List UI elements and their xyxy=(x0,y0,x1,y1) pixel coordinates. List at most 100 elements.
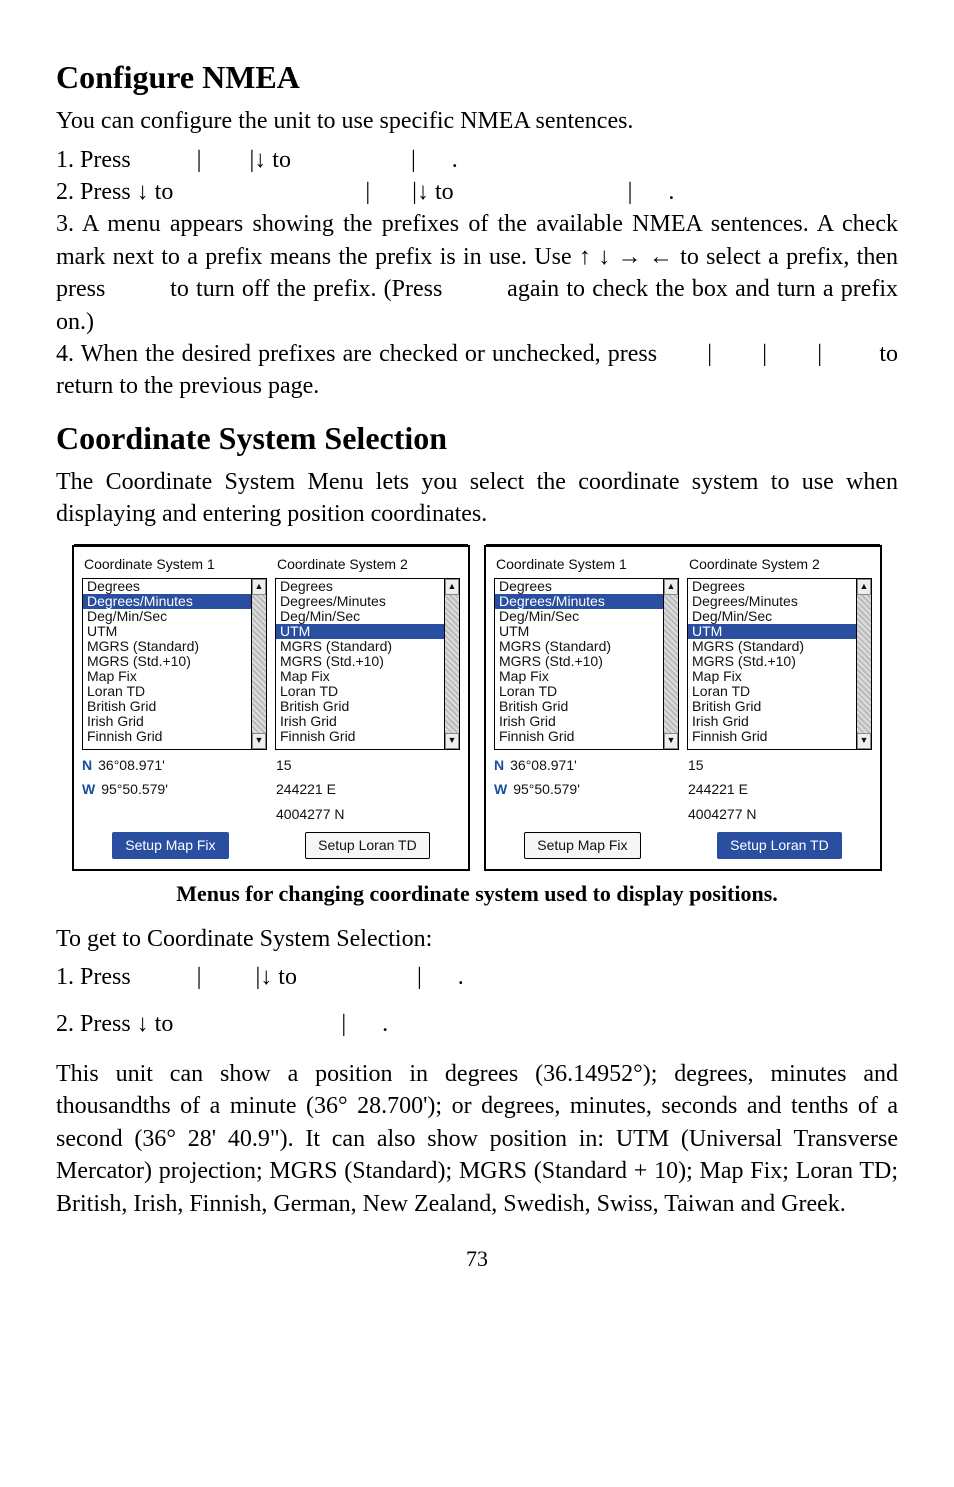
lon-readout: W95°50.579' xyxy=(494,780,678,799)
coord-step-1: 1. Press | |↓ to | . xyxy=(56,961,898,993)
list-item[interactable]: Irish Grid xyxy=(83,714,251,729)
coord-listbox[interactable]: DegreesDegrees/MinutesDeg/Min/SecUTMMGRS… xyxy=(82,578,267,750)
figure-caption: Menus for changing coordinate system use… xyxy=(56,879,898,909)
formats-paragraph: This unit can show a position in degrees… xyxy=(56,1058,898,1220)
list-item[interactable]: Deg/Min/Sec xyxy=(688,609,856,624)
scroll-down-icon[interactable]: ▼ xyxy=(857,733,871,749)
list-item[interactable]: MGRS (Std.+10) xyxy=(276,654,444,669)
list-item[interactable]: Loran TD xyxy=(495,684,663,699)
setup-loran-td-button[interactable]: Setup Loran TD xyxy=(717,832,842,859)
col2-title: Coordinate System 2 xyxy=(277,555,460,574)
setup-map-fix-button[interactable]: Setup Map Fix xyxy=(112,832,228,859)
scroll-up-icon[interactable]: ▲ xyxy=(445,579,459,595)
coord-listbox[interactable]: DegreesDegrees/MinutesDeg/Min/SecUTMMGRS… xyxy=(687,578,872,750)
list-item[interactable]: Deg/Min/Sec xyxy=(495,609,663,624)
screenshot-left: Coordinate System 1DegreesDegrees/Minute… xyxy=(72,545,470,871)
howto-intro: To get to Coordinate System Selection: xyxy=(56,923,898,955)
scrollbar[interactable]: ▲▼ xyxy=(856,579,871,749)
screenshot-right: Coordinate System 1DegreesDegrees/Minute… xyxy=(484,545,882,871)
col1-title: Coordinate System 1 xyxy=(496,555,679,574)
setup-loran-td-button[interactable]: Setup Loran TD xyxy=(305,832,430,859)
heading-coord-sys: Coordinate System Selection xyxy=(56,417,898,460)
scroll-down-icon[interactable]: ▼ xyxy=(445,733,459,749)
list-item[interactable]: British Grid xyxy=(688,699,856,714)
zone-readout: 15 xyxy=(276,756,460,775)
list-item[interactable]: British Grid xyxy=(276,699,444,714)
list-item[interactable]: UTM xyxy=(83,624,251,639)
scroll-track[interactable] xyxy=(252,595,266,733)
col1-title: Coordinate System 1 xyxy=(84,555,267,574)
step-1: 1. Press | |↓ to | . xyxy=(56,144,898,176)
lat-readout: N36°08.971' xyxy=(82,756,266,775)
scroll-down-icon[interactable]: ▼ xyxy=(664,733,678,749)
list-item[interactable]: MGRS (Standard) xyxy=(83,639,251,654)
list-item[interactable]: Deg/Min/Sec xyxy=(276,609,444,624)
list-item[interactable]: Irish Grid xyxy=(688,714,856,729)
scrollbar[interactable]: ▲▼ xyxy=(663,579,678,749)
scroll-down-icon[interactable]: ▼ xyxy=(252,733,266,749)
scrollbar[interactable]: ▲▼ xyxy=(251,579,266,749)
list-item[interactable]: Degrees xyxy=(83,579,251,594)
lon-readout: W95°50.579' xyxy=(82,780,266,799)
scroll-up-icon[interactable]: ▲ xyxy=(664,579,678,595)
list-item[interactable]: Irish Grid xyxy=(276,714,444,729)
list-item[interactable]: Degrees/Minutes xyxy=(688,594,856,609)
list-item[interactable]: Degrees/Minutes xyxy=(495,594,663,609)
lat-readout: N36°08.971' xyxy=(494,756,678,775)
list-item[interactable]: Finnish Grid xyxy=(688,729,856,744)
page: Configure NMEA You can configure the uni… xyxy=(0,0,954,1487)
list-item[interactable]: Degrees xyxy=(276,579,444,594)
page-number: 73 xyxy=(56,1244,898,1274)
list-item[interactable]: Deg/Min/Sec xyxy=(83,609,251,624)
list-item[interactable]: UTM xyxy=(276,624,444,639)
list-item[interactable]: British Grid xyxy=(83,699,251,714)
list-item[interactable]: MGRS (Std.+10) xyxy=(495,654,663,669)
east-readout: 244221 E xyxy=(688,780,872,799)
nmea-steps: 1. Press | |↓ to | . 2. Press ↓ to | |↓ … xyxy=(56,144,898,403)
scroll-track[interactable] xyxy=(445,595,459,733)
setup-map-fix-button[interactable]: Setup Map Fix xyxy=(524,832,640,859)
list-item[interactable]: UTM xyxy=(688,624,856,639)
step-2: 2. Press ↓ to | |↓ to | . xyxy=(56,176,898,208)
list-item[interactable]: Map Fix xyxy=(83,669,251,684)
list-item[interactable]: Finnish Grid xyxy=(83,729,251,744)
list-item[interactable]: Irish Grid xyxy=(495,714,663,729)
list-item[interactable]: British Grid xyxy=(495,699,663,714)
list-item[interactable]: MGRS (Std.+10) xyxy=(83,654,251,669)
col2-title: Coordinate System 2 xyxy=(689,555,872,574)
list-item[interactable]: Loran TD xyxy=(83,684,251,699)
list-item[interactable]: Degrees/Minutes xyxy=(83,594,251,609)
scrollbar[interactable]: ▲▼ xyxy=(444,579,459,749)
coord-listbox[interactable]: DegreesDegrees/MinutesDeg/Min/SecUTMMGRS… xyxy=(275,578,460,750)
list-item[interactable]: Map Fix xyxy=(276,669,444,684)
list-item[interactable]: Map Fix xyxy=(495,669,663,684)
step-4: 4. When the desired prefixes are checked… xyxy=(56,338,898,403)
list-item[interactable]: MGRS (Standard) xyxy=(495,639,663,654)
scroll-track[interactable] xyxy=(664,595,678,733)
east-readout: 244221 E xyxy=(276,780,460,799)
list-item[interactable]: MGRS (Std.+10) xyxy=(688,654,856,669)
coord-steps: 1. Press | |↓ to | . 2. Press ↓ to | . xyxy=(56,961,898,1040)
list-item[interactable]: MGRS (Standard) xyxy=(688,639,856,654)
list-item[interactable]: UTM xyxy=(495,624,663,639)
list-item[interactable]: Loran TD xyxy=(276,684,444,699)
intro-coord: The Coordinate System Menu lets you sele… xyxy=(56,466,898,531)
scroll-track[interactable] xyxy=(857,595,871,733)
list-item[interactable]: Finnish Grid xyxy=(495,729,663,744)
heading-configure-nmea: Configure NMEA xyxy=(56,56,898,99)
coord-step-2: 2. Press ↓ to | . xyxy=(56,1008,898,1040)
coord-listbox[interactable]: DegreesDegrees/MinutesDeg/Min/SecUTMMGRS… xyxy=(494,578,679,750)
list-item[interactable]: Map Fix xyxy=(688,669,856,684)
list-item[interactable]: Degrees/Minutes xyxy=(276,594,444,609)
list-item[interactable]: Degrees xyxy=(688,579,856,594)
step-3: 3. A menu appears showing the prefixes o… xyxy=(56,208,898,338)
north-readout: 4004277 N xyxy=(276,805,460,824)
list-item[interactable]: Degrees xyxy=(495,579,663,594)
scroll-up-icon[interactable]: ▲ xyxy=(252,579,266,595)
zone-readout: 15 xyxy=(688,756,872,775)
list-item[interactable]: MGRS (Standard) xyxy=(276,639,444,654)
list-item[interactable]: Loran TD xyxy=(688,684,856,699)
screenshots-row: Coordinate System 1DegreesDegrees/Minute… xyxy=(56,545,898,871)
list-item[interactable]: Finnish Grid xyxy=(276,729,444,744)
scroll-up-icon[interactable]: ▲ xyxy=(857,579,871,595)
